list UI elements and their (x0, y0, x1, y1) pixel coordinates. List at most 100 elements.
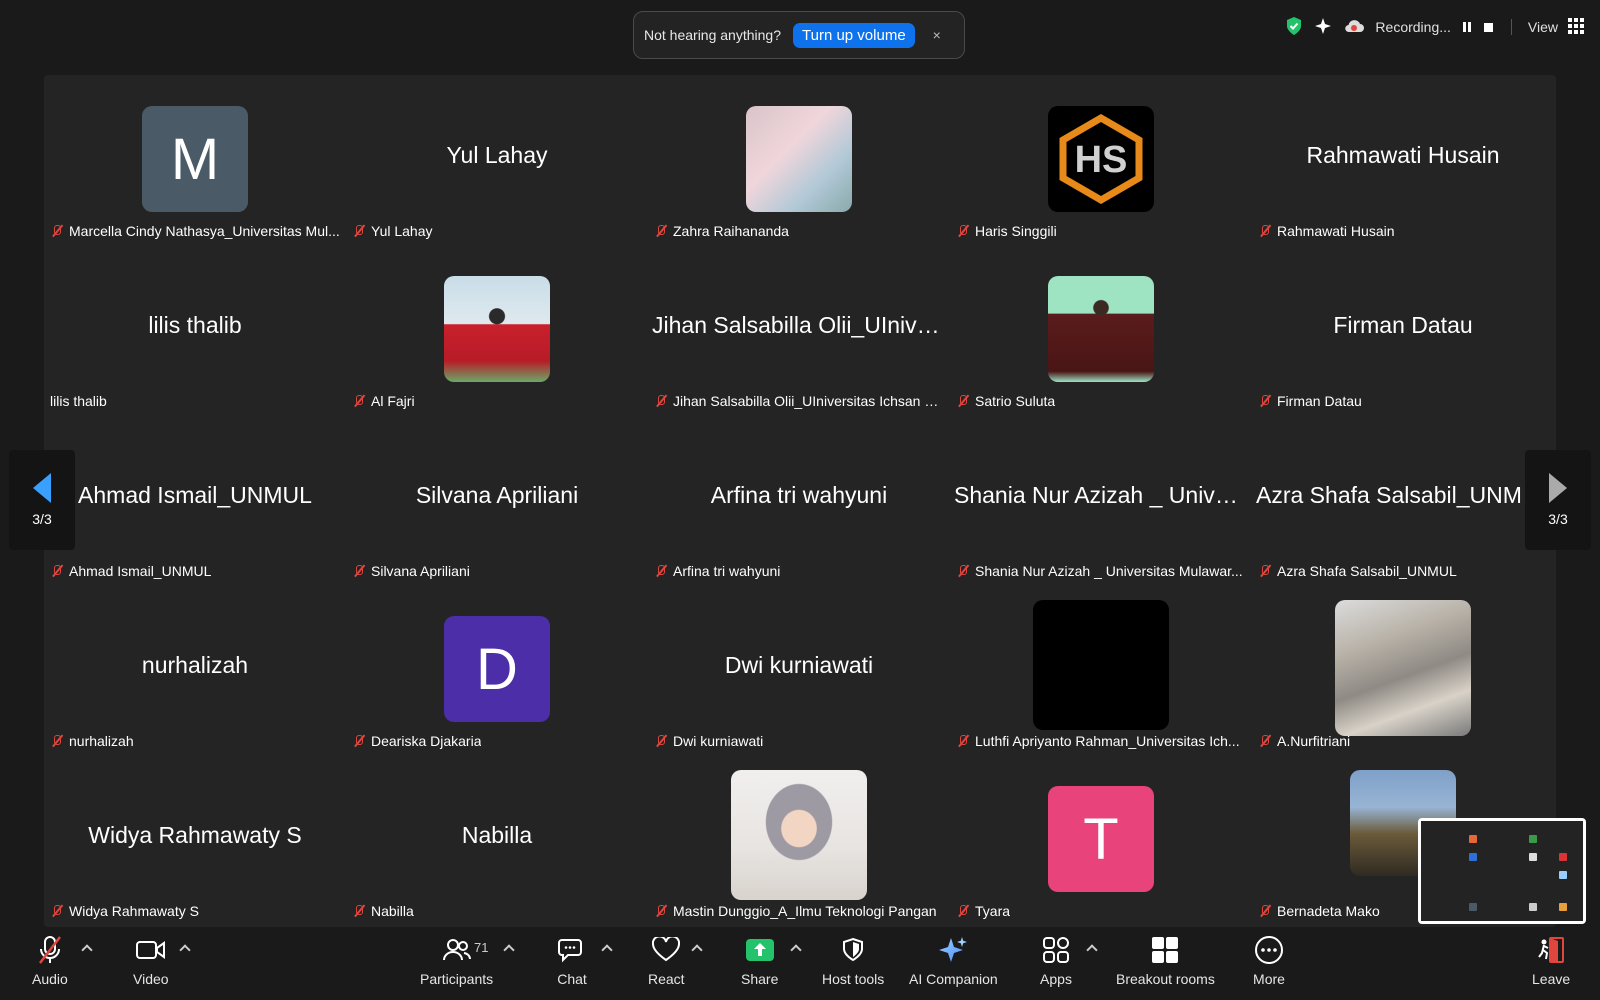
participant-display-name: Dwi kurniawati (724, 652, 874, 678)
close-notice-button[interactable]: × (933, 27, 941, 43)
more-label: More (1253, 971, 1285, 987)
host-tools-button[interactable]: Host tools (822, 934, 884, 987)
react-button[interactable]: React (648, 934, 685, 987)
microphone-muted-icon (352, 394, 366, 408)
microphone-muted-icon (50, 904, 64, 918)
participant-name-label: Yul Lahay (352, 223, 433, 239)
participant-name: Bernadeta Mako (1277, 903, 1380, 919)
breakout-rooms-icon (1149, 934, 1181, 966)
participant-tile[interactable]: Yul Lahay Yul Lahay (346, 75, 648, 245)
microphone-muted-icon (654, 734, 668, 748)
participant-video (1335, 600, 1471, 736)
participant-name-label: A.Nurfitriani (1258, 733, 1350, 749)
participant-tile[interactable]: Mastin Dunggio_A_Ilmu Teknologi Pangan (648, 755, 950, 925)
participant-tile[interactable]: T Tyara (950, 755, 1252, 925)
participant-tile[interactable]: Widya Rahmawaty S Widya Rahmawaty S (44, 755, 346, 925)
participant-name: Shania Nur Azizah _ Universitas Mulawar.… (975, 563, 1243, 579)
breakout-rooms-label: Breakout rooms (1116, 971, 1215, 987)
participant-name: Ahmad Ismail_UNMUL (69, 563, 212, 579)
video-options-caret[interactable] (179, 944, 191, 956)
view-button-label[interactable]: View (1528, 19, 1558, 35)
microphone-muted-icon (956, 734, 970, 748)
participant-name: Satrio Suluta (975, 393, 1056, 409)
participant-tile[interactable]: Nabilla Nabilla (346, 755, 648, 925)
shield-icon[interactable] (1285, 16, 1303, 39)
more-button[interactable]: More (1253, 934, 1285, 987)
grid-view-icon[interactable] (1568, 17, 1584, 37)
participant-display-name: Azra Shafa Salsabil_UNMUL (1256, 482, 1552, 508)
participant-name-label: Rahmawati Husain (1258, 223, 1395, 239)
pause-recording-button[interactable] (1461, 21, 1473, 33)
previous-page-button[interactable]: 3/3 (9, 450, 75, 550)
audio-options-caret[interactable] (81, 944, 93, 956)
microphone-muted-icon (50, 564, 64, 578)
next-page-button[interactable]: 3/3 (1525, 450, 1591, 550)
ai-sparkle-icon[interactable] (1313, 16, 1333, 39)
participant-name-label: Deariska Djakaria (352, 733, 481, 749)
participant-name-label: Luthfi Apriyanto Rahman_Universitas Ich.… (956, 733, 1240, 749)
participant-tile[interactable]: M Marcella Cindy Nathasya_Universitas Mul… (44, 75, 346, 245)
chat-options-caret[interactable] (601, 944, 613, 956)
participant-tile[interactable]: Jihan Salsabilla Olii_UIniversitas Ichsa… (648, 245, 950, 415)
audio-notice-banner: Not hearing anything? Turn up volume × (633, 11, 965, 59)
participant-name-label: Zahra Raihananda (654, 223, 789, 239)
participant-tile[interactable]: Arfina tri wahyuni Arfina tri wahyuni (648, 415, 950, 585)
participant-name: Deariska Djakaria (371, 733, 482, 749)
apps-icon (1040, 934, 1072, 966)
recording-status: Recording... (1375, 19, 1451, 35)
participant-tile[interactable]: lilis thalib lilis thalib (44, 245, 346, 415)
apps-options-caret[interactable] (1086, 944, 1098, 956)
participant-tile[interactable]: Firman Datau Firman Datau (1252, 245, 1554, 415)
participant-tile[interactable]: Azra Shafa Salsabil_UNMUL Azra Shafa Sals… (1252, 415, 1554, 585)
page-indicator-right: 3/3 (1548, 511, 1568, 527)
participant-tile[interactable]: Silvana Apriliani Silvana Apriliani (346, 415, 648, 585)
participant-name-label: Haris Singgili (956, 223, 1057, 239)
participant-tile[interactable]: Shania Nur Azizah _ Universitas Mulawar.… (950, 415, 1252, 585)
microphone-muted-icon (50, 734, 64, 748)
participants-options-caret[interactable] (503, 944, 515, 956)
participant-tile[interactable]: Satrio Suluta (950, 245, 1252, 415)
participant-tile[interactable]: Luthfi Apriyanto Rahman_Universitas Ich.… (950, 585, 1252, 755)
leave-button[interactable]: Leave (1532, 934, 1570, 987)
video-camera-icon (135, 934, 167, 966)
arrow-right-icon (1549, 473, 1567, 503)
participant-tile[interactable]: HS Haris Singgili (950, 75, 1252, 245)
audio-button[interactable]: Audio (32, 934, 68, 987)
participant-display-name: Yul Lahay (446, 142, 548, 168)
participant-tile[interactable]: A.Nurfitriani (1252, 585, 1554, 755)
participant-tile[interactable]: Zahra Raihananda (648, 75, 950, 245)
stop-recording-button[interactable] (1483, 21, 1495, 33)
leave-label: Leave (1532, 971, 1571, 987)
chat-icon (556, 934, 588, 966)
participant-tile[interactable]: Al Fajri (346, 245, 648, 415)
thumbnail-preview (1421, 821, 1583, 921)
chat-button[interactable]: Chat (556, 934, 588, 987)
participant-photo (444, 276, 550, 382)
participant-tile[interactable]: Rahmawati Husain Rahmawati Husain (1252, 75, 1554, 245)
participant-tile[interactable]: Ahmad Ismail_UNMUL Ahmad Ismail_UNMUL (44, 415, 346, 585)
cloud-recording-icon (1343, 18, 1365, 37)
participant-display-name: Ahmad Ismail_UNMUL (78, 482, 312, 508)
participant-name: Tyara (975, 903, 1011, 919)
apps-button[interactable]: Apps (1040, 934, 1072, 987)
ai-companion-label: AI Companion (909, 971, 998, 987)
turn-up-volume-button[interactable]: Turn up volume (793, 22, 915, 48)
host-shield-icon (837, 934, 869, 966)
share-button[interactable]: Share (741, 934, 778, 987)
participant-name: Zahra Raihananda (673, 223, 789, 239)
ai-companion-button[interactable]: AI Companion (909, 934, 998, 987)
arrow-left-icon (33, 473, 51, 503)
participant-tile[interactable]: Dwi kurniawati Dwi kurniawati (648, 585, 950, 755)
participants-label: Participants (420, 971, 494, 987)
video-button[interactable]: Video (133, 934, 169, 987)
breakout-rooms-button[interactable]: Breakout rooms (1116, 934, 1215, 987)
participant-tile[interactable]: D Deariska Djakaria (346, 585, 648, 755)
microphone-muted-icon (1258, 224, 1272, 238)
react-options-caret[interactable] (691, 944, 703, 956)
microphone-muted-icon (1258, 394, 1272, 408)
shared-screen-thumbnail[interactable] (1418, 818, 1586, 924)
more-options-icon (1253, 934, 1285, 966)
participant-tile[interactable]: nurhalizah nurhalizah (44, 585, 346, 755)
share-options-caret[interactable] (790, 944, 802, 956)
microphone-muted-icon (34, 934, 66, 966)
